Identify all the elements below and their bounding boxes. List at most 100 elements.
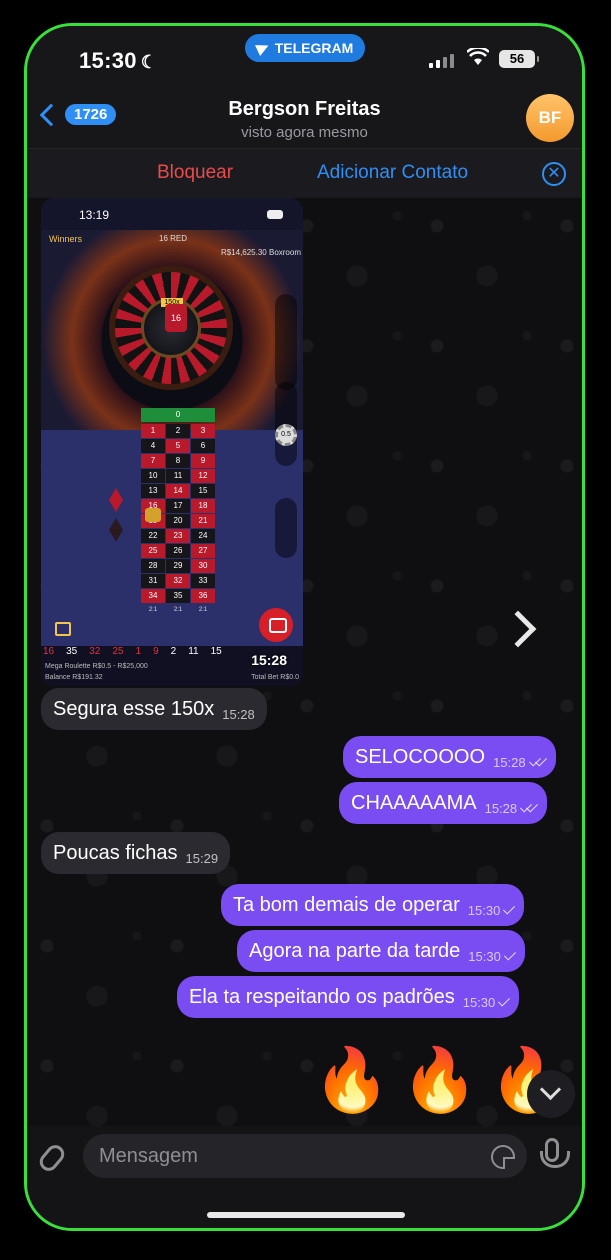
message-bubble-outgoing[interactable]: SELOCOOOO 15:28 — [343, 736, 556, 778]
contact-name[interactable]: Bergson Freitas — [27, 98, 582, 121]
message-time: 15:30 — [467, 902, 501, 918]
message-text: Ela ta respeitando os padrões — [189, 985, 455, 1008]
chat-icon — [259, 608, 293, 642]
board-zero: 0 — [141, 408, 215, 422]
message-meta: 15:28 — [484, 799, 539, 816]
battery-icon: 56 — [499, 50, 539, 68]
cellular-signal-icon — [429, 54, 454, 68]
add-contact-button[interactable]: Adicionar Contato — [317, 162, 468, 184]
message-bubble-outgoing[interactable]: Ela ta respeitando os padrões 15:30 — [177, 976, 520, 1018]
board-cell: 26 — [166, 544, 190, 558]
history-number: 15 — [210, 646, 222, 657]
telegram-pill[interactable]: TELEGRAM — [245, 34, 365, 62]
board-cell: 27 — [191, 544, 215, 558]
chip-value: 0.5 — [281, 431, 291, 438]
media-message[interactable]: 13:19 Winners 16 RED R$14,625.30 Boxroom… — [41, 198, 303, 686]
roulette-wheel-area: Winners 16 RED R$14,625.30 Boxroom 150x … — [41, 230, 303, 430]
board-cell: 35 — [166, 589, 190, 603]
board-cell: 17 — [166, 499, 190, 513]
board-cell: 22 — [141, 529, 165, 543]
message-time: 15:28 — [484, 800, 518, 816]
attach-icon[interactable] — [36, 1141, 68, 1175]
board-cell: 14 — [166, 484, 190, 498]
message-text: CHAAAAAMA — [351, 791, 477, 814]
wheel-result-number: 16 — [165, 304, 187, 332]
chip-icon: 0.5 — [275, 424, 297, 446]
message-time: 15:29 — [185, 850, 219, 866]
media-side-controls — [275, 294, 297, 390]
chat-header: 1726 Bergson Freitas visto agora mesmo B… — [27, 94, 582, 148]
board-column-bets: 2:1 2:1 2:1 — [141, 607, 215, 613]
media-balance-top: R$14,625.30 Boxroom — [220, 248, 301, 257]
message-input[interactable] — [83, 1134, 527, 1178]
column-bet-label: 2:1 — [198, 607, 208, 613]
board-cell: 8 — [166, 454, 190, 468]
board-cell: 1 — [141, 424, 165, 438]
placed-chip-icon — [145, 508, 161, 522]
column-bet-label: 2:1 — [148, 607, 158, 613]
media-balance: Balance R$191.32 — [45, 674, 103, 681]
board-cell: 23 — [166, 529, 190, 543]
message-bubble-outgoing[interactable]: Ta bom demais de operar 15:30 — [221, 884, 525, 926]
sent-check-icon — [498, 993, 511, 1007]
column-bet-label: 2:1 — [173, 607, 183, 613]
fire-emoji: 🔥 — [401, 1046, 479, 1115]
board-cell: 13 — [141, 484, 165, 498]
avatar[interactable]: BF — [526, 94, 574, 142]
message-composer — [27, 1126, 582, 1228]
sticker-icon[interactable] — [491, 1145, 515, 1169]
board-cell: 28 — [141, 559, 165, 573]
board-cell: 3 — [191, 424, 215, 438]
board-cell: 24 — [191, 529, 215, 543]
message-text: Ta bom demais de operar — [233, 893, 460, 916]
board-cell: 36 — [191, 589, 215, 603]
status-bar: 15:30 ☾ TELEGRAM 56 — [27, 26, 582, 98]
message-bubble-outgoing[interactable]: CHAAAAAMA 15:28 — [339, 782, 548, 824]
message-meta: 15:28 — [222, 707, 255, 722]
black-bet-icon — [109, 518, 123, 542]
history-number: 32 — [89, 646, 101, 657]
microphone-icon[interactable] — [540, 1138, 570, 1168]
message-meta: 15:29 — [186, 851, 219, 866]
media-side-controls-3 — [275, 498, 297, 558]
message-text: Agora na parte da tarde — [249, 939, 461, 962]
board-cell: 32 — [166, 574, 190, 588]
status-time-text: 15:30 — [79, 48, 137, 73]
message-text: Poucas fichas — [53, 841, 178, 864]
sent-check-icon — [503, 947, 516, 961]
message-time: 15:30 — [462, 994, 496, 1010]
board-cell: 30 — [191, 559, 215, 573]
media-timestamp: 15:28 — [251, 652, 287, 668]
message-time: 15:28 — [493, 754, 526, 770]
history-number: 25 — [112, 646, 124, 657]
home-indicator[interactable] — [207, 1212, 405, 1218]
board-cell: 20 — [166, 514, 190, 528]
message-meta: 15:30 — [462, 993, 511, 1010]
contact-action-bar: Bloquear Adicionar Contato ✕ — [27, 148, 582, 198]
board-cell: 31 — [141, 574, 165, 588]
telegram-icon — [254, 40, 271, 56]
close-icon[interactable]: ✕ — [542, 162, 566, 186]
scroll-down-button[interactable] — [527, 1070, 575, 1118]
block-button[interactable]: Bloquear — [157, 162, 233, 184]
board-cell: 34 — [141, 589, 165, 603]
message-bubble-outgoing[interactable]: Agora na parte da tarde 15:30 — [237, 930, 525, 972]
board-cell: 12 — [191, 469, 215, 483]
board-cell: 4 — [141, 439, 165, 453]
media-status-bar: 13:19 — [41, 198, 303, 230]
message-bubble-incoming[interactable]: Segura esse 150x 15:28 — [41, 688, 267, 730]
history-number: 2 — [170, 646, 177, 657]
history-number: 35 — [66, 646, 78, 657]
status-time: 15:30 ☾ — [79, 48, 157, 74]
board-cell: 33 — [191, 574, 215, 588]
wifi-icon — [467, 48, 489, 65]
message-bubble-incoming[interactable]: Poucas fichas 15:29 — [41, 832, 231, 874]
board-cell: 18 — [191, 499, 215, 513]
board-cell: 29 — [166, 559, 190, 573]
telegram-pill-label: TELEGRAM — [274, 40, 354, 56]
game-limits: R$0.5 - R$25,000 — [92, 663, 148, 670]
board-cell: 2 — [166, 424, 190, 438]
board-cell: 5 — [166, 439, 190, 453]
message-text: SELOCOOOO — [355, 745, 486, 768]
sent-check-icon — [503, 901, 516, 915]
